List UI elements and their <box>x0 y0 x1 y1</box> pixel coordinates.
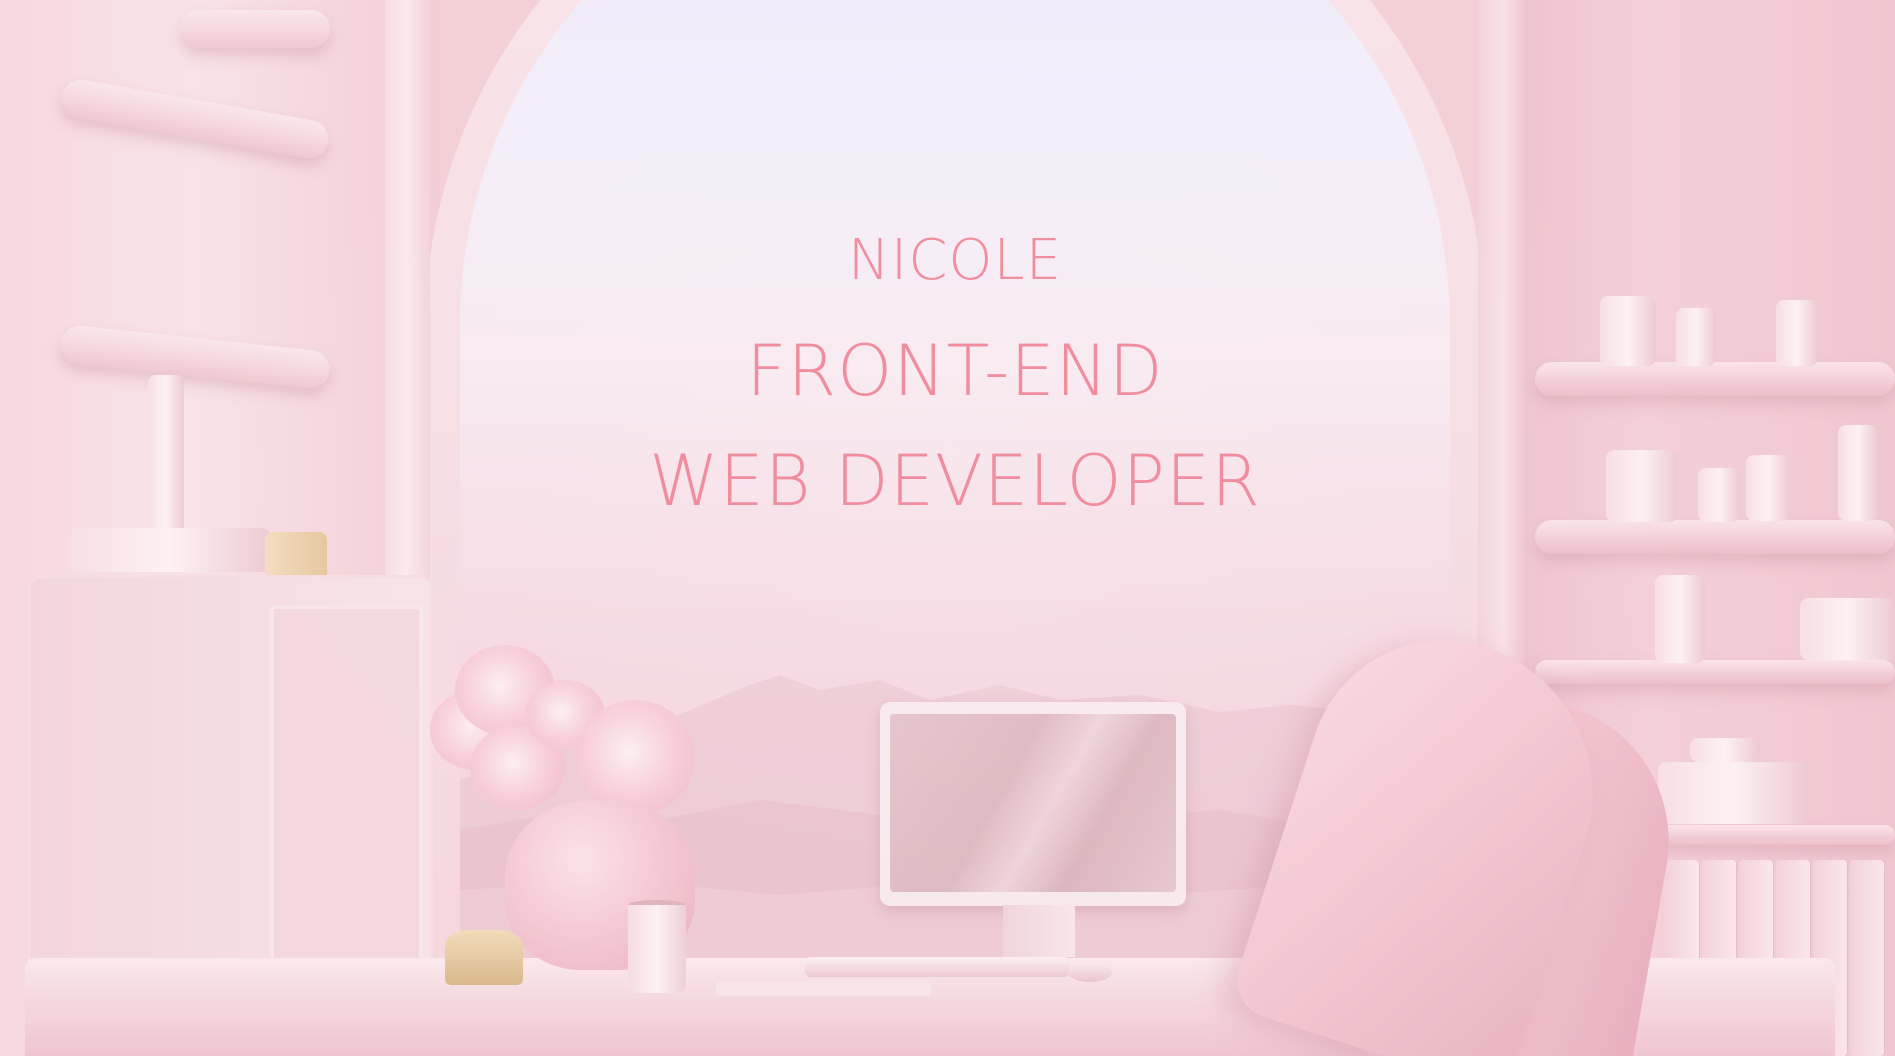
mouse <box>1068 962 1112 982</box>
book <box>1850 860 1884 1056</box>
book-stack <box>70 528 270 572</box>
desk-paper <box>716 982 931 996</box>
glass-vase <box>1838 425 1878 521</box>
hero-background-scene <box>0 0 1895 1056</box>
jar <box>1698 468 1740 522</box>
pen-holder <box>1600 296 1656 366</box>
monitor-screen <box>890 714 1176 892</box>
computer-monitor <box>880 702 1186 906</box>
jar <box>1676 308 1716 366</box>
jar <box>1746 455 1790 521</box>
coffee-mug <box>628 905 686 993</box>
right-shelf <box>1535 362 1895 396</box>
hero-role-line2: WEB DEVELOPER <box>649 440 1261 522</box>
glass-jar <box>1655 575 1705 663</box>
keyboard <box>805 957 1070 977</box>
jar <box>1606 450 1678 522</box>
right-shelf <box>1535 660 1895 684</box>
cabinet-door <box>270 605 423 973</box>
rose <box>575 700 695 815</box>
right-shelf <box>1535 520 1895 554</box>
hero-name: NICOLE <box>847 228 1063 293</box>
hero-role-line1: FRONT-END <box>746 330 1164 412</box>
jar <box>1776 300 1818 366</box>
gold-ornament <box>445 930 523 985</box>
monitor-stand <box>1003 905 1075 957</box>
wall-shelf <box>180 10 330 48</box>
bowl <box>1800 598 1895 660</box>
small-bowl <box>1690 738 1760 762</box>
book-stack <box>1658 762 1808 824</box>
